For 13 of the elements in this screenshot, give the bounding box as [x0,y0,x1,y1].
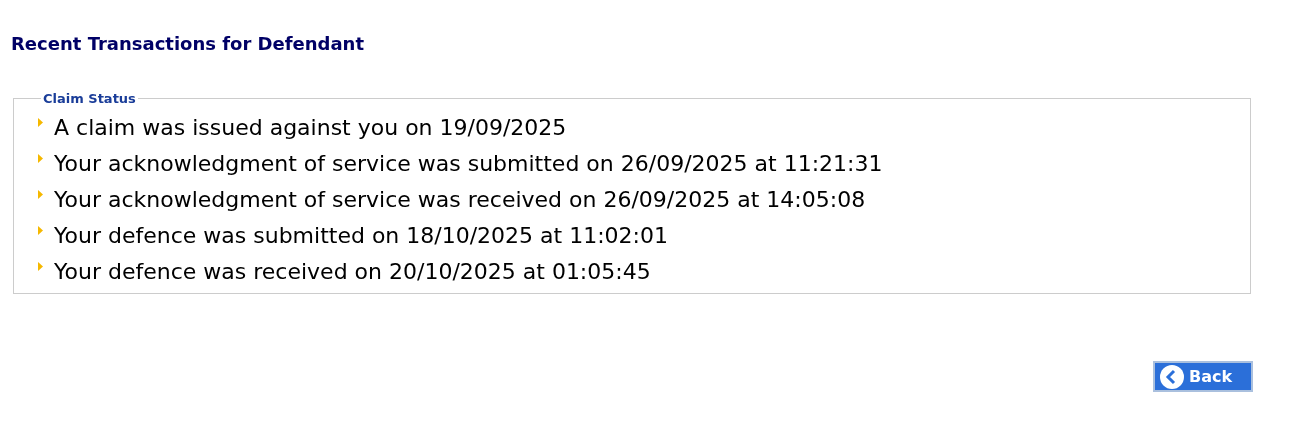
bullet-icon [38,118,43,127]
panel-legend: Claim Status [41,91,138,106]
bullet-icon [38,226,43,235]
bullet-icon [38,262,43,271]
status-text: Your defence was received on 20/10/2025 at 01:05:45 [54,258,651,286]
status-text: Your acknowledgment of service was received on 26/09/2025 at 14:05:08 [54,186,866,214]
status-text: Your defence was submitted on 18/10/2025 at 11:02:01 [54,222,668,250]
status-text: Your acknowledgment of service was submitted on 26/09/2025 at 11:21:31 [54,150,883,178]
status-text: A claim was issued against you on 19/09/2025 [54,114,567,142]
back-button[interactable]: Back [1153,361,1253,392]
page-heading: Recent Transactions for Defendant [11,33,365,55]
bullet-icon [38,190,43,199]
bullet-icon [38,154,43,163]
